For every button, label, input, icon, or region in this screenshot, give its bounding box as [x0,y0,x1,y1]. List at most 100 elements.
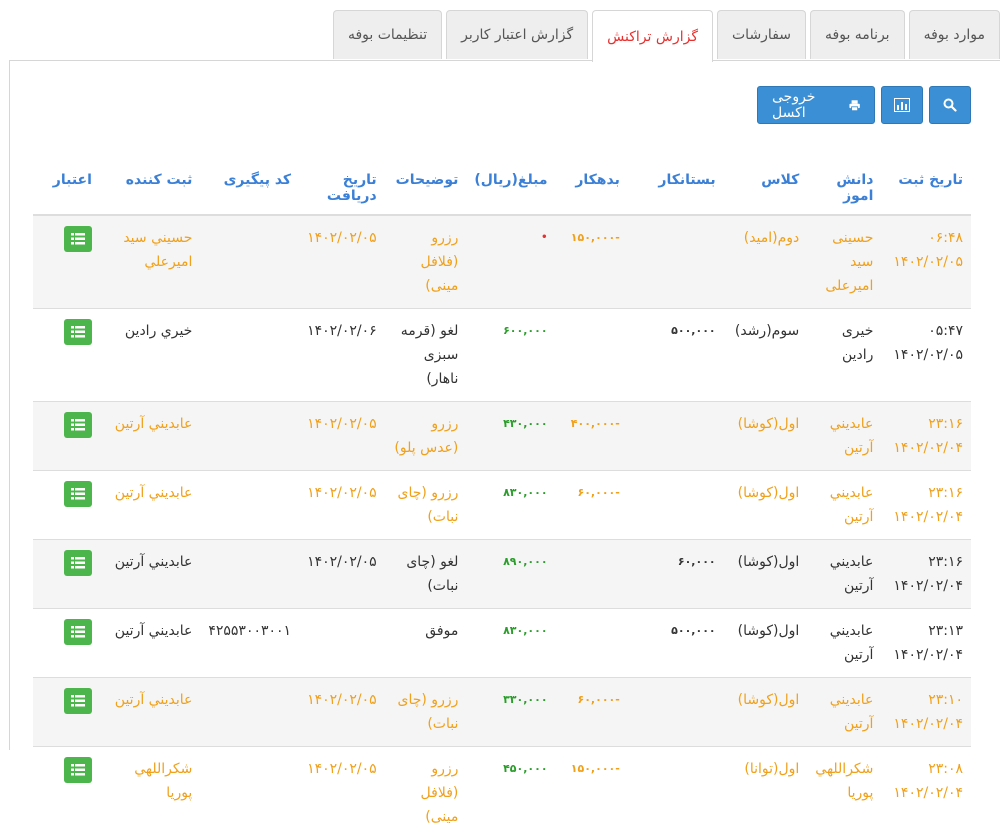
chart-button[interactable] [881,86,923,124]
list-icon [71,557,85,569]
cell-credit [33,678,100,747]
cell-description: رزرو (فلافل مینی) [385,747,467,839]
header-receive-date[interactable]: تاریخ دریافت [299,160,385,215]
cell-amount: ۳۳۰,۰۰۰ [466,678,555,747]
cell-class: اول(کوشا) [724,471,808,540]
cell-class: اول(کوشا) [724,678,808,747]
list-icon [71,419,85,431]
table-row: ۲۳:۱۰۱۴۰۲/۰۲/۰۴عابديني آرتيناول(کوشا)-۶۰… [33,678,971,747]
cell-class: اول(کوشا) [724,402,808,471]
excel-export-label: خروجی اکسل [772,89,843,121]
cell-registrar: شکراللهي پوريا [100,747,200,839]
cell-creditor: ۵۰۰,۰۰۰ [628,309,724,402]
tab-buffet-settings[interactable]: تنظیمات بوفه [333,10,442,59]
cell-creditor [628,471,724,540]
cell-time: ۲۳:۱۶ [889,481,963,505]
cell-debtor: -۱۵۰,۰۰۰ [556,215,628,309]
cell-student: شکراللهي پوريا [807,747,881,839]
header-credit[interactable]: اعتبار [33,160,100,215]
cell-student: عابديني آرتين [807,609,881,678]
header-description[interactable]: توضیحات [385,160,467,215]
tab-transaction-report[interactable]: گزارش تراکنش [592,10,713,62]
credit-details-button[interactable] [64,319,92,345]
credit-details-button[interactable] [64,688,92,714]
cell-description: لغو (قرمه سبزی ناهار) [385,309,467,402]
cell-amount: ۸۳۰,۰۰۰ [466,471,555,540]
cell-date-value: ۱۴۰۲/۰۲/۰۴ [889,436,963,460]
cell-debtor: -۴۰۰,۰۰۰ [556,402,628,471]
list-icon [71,326,85,338]
table-row: ۰۶:۴۸۱۴۰۲/۰۲/۰۵حسینی سید امیرعلیدوم(امید… [33,215,971,309]
tab-orders[interactable]: سفارشات [717,10,806,59]
cell-receive-date: ۱۴۰۲/۰۲/۰۵ [299,747,385,839]
cell-credit [33,471,100,540]
cell-receive-date: ۱۴۰۲/۰۲/۰۵ [299,540,385,609]
cell-date: ۰۵:۴۷۱۴۰۲/۰۲/۰۵ [881,309,971,402]
cell-date: ۲۳:۱۰۱۴۰۲/۰۲/۰۴ [881,678,971,747]
cell-date: ۰۶:۴۸۱۴۰۲/۰۲/۰۵ [881,215,971,309]
credit-details-button[interactable] [64,481,92,507]
cell-student: عابديني آرتين [807,471,881,540]
tab-buffet-schedule[interactable]: برنامه بوفه [810,10,905,59]
cell-creditor: ۶۰,۰۰۰ [628,540,724,609]
cell-date: ۲۳:۱۶۱۴۰۲/۰۲/۰۴ [881,402,971,471]
header-amount[interactable]: مبلغ(ریال) [466,160,555,215]
cell-tracking-code: ۴۲۵۵۳۰۰۳۰۰۱ [200,609,299,678]
cell-credit [33,747,100,839]
cell-creditor: ۵۰۰,۰۰۰ [628,609,724,678]
cell-registrar: حسيني سيد اميرعلي [100,215,200,309]
header-tracking-code[interactable]: کد پیگیری [200,160,299,215]
cell-tracking-code [200,215,299,309]
cell-time: ۲۳:۱۶ [889,550,963,574]
cell-credit [33,609,100,678]
header-student[interactable]: دانش اموز [807,160,881,215]
cell-student: خیری رادین [807,309,881,402]
search-icon [943,98,957,112]
cell-class: اول(توانا) [724,747,808,839]
tab-bar: موارد بوفه برنامه بوفه سفارشات گزارش ترا… [333,10,1000,61]
cell-amount: ۸۹۰,۰۰۰ [466,540,555,609]
cell-date: ۲۳:۱۳۱۴۰۲/۰۲/۰۴ [881,609,971,678]
cell-amount: • [466,215,555,309]
list-icon [71,626,85,638]
header-creditor[interactable]: بستانکار [628,160,724,215]
cell-date-value: ۱۴۰۲/۰۲/۰۴ [889,505,963,529]
table-row: ۲۳:۱۳۱۴۰۲/۰۲/۰۴عابديني آرتيناول(کوشا)۵۰۰… [33,609,971,678]
credit-details-button[interactable] [64,412,92,438]
cell-date-value: ۱۴۰۲/۰۲/۰۴ [889,574,963,598]
credit-details-button[interactable] [64,226,92,252]
search-button[interactable] [929,86,971,124]
cell-date: ۲۳:۰۸۱۴۰۲/۰۲/۰۴ [881,747,971,839]
tab-user-credit-report[interactable]: گزارش اعتبار کاربر [446,10,588,59]
header-debtor[interactable]: بدهکار [556,160,628,215]
cell-tracking-code [200,540,299,609]
credit-details-button[interactable] [64,619,92,645]
excel-export-button[interactable]: خروجی اکسل [757,86,875,124]
cell-registrar: عابديني آرتين [100,609,200,678]
cell-receive-date: ۱۴۰۲/۰۲/۰۵ [299,471,385,540]
table-row: ۲۳:۱۶۱۴۰۲/۰۲/۰۴عابديني آرتيناول(کوشا)۶۰,… [33,540,971,609]
print-icon [849,99,860,112]
cell-registrar: خيري رادين [100,309,200,402]
cell-debtor [556,309,628,402]
header-registrar[interactable]: ثبت کننده [100,160,200,215]
credit-details-button[interactable] [64,550,92,576]
cell-description: رزرو (چای نبات) [385,678,467,747]
list-icon [71,488,85,500]
cell-receive-date: ۱۴۰۲/۰۲/۰۵ [299,402,385,471]
table-header-row: تاریخ ثبت دانش اموز کلاس بستانکار بدهکار… [33,160,971,215]
cell-date-value: ۱۴۰۲/۰۲/۰۴ [889,781,963,805]
cell-amount: ۴۵۰,۰۰۰ [466,747,555,839]
cell-date-value: ۱۴۰۲/۰۲/۰۵ [889,343,963,367]
tab-buffet-items[interactable]: موارد بوفه [909,10,1000,59]
cell-creditor [628,678,724,747]
cell-debtor [556,540,628,609]
header-class[interactable]: کلاس [724,160,808,215]
cell-description: رزرو (عدس پلو) [385,402,467,471]
header-date[interactable]: تاریخ ثبت [881,160,971,215]
credit-details-button[interactable] [64,757,92,783]
cell-time: ۲۳:۱۳ [889,619,963,643]
cell-student: عابديني آرتين [807,540,881,609]
cell-description: موفق [385,609,467,678]
cell-description: رزرو (چای نبات) [385,471,467,540]
